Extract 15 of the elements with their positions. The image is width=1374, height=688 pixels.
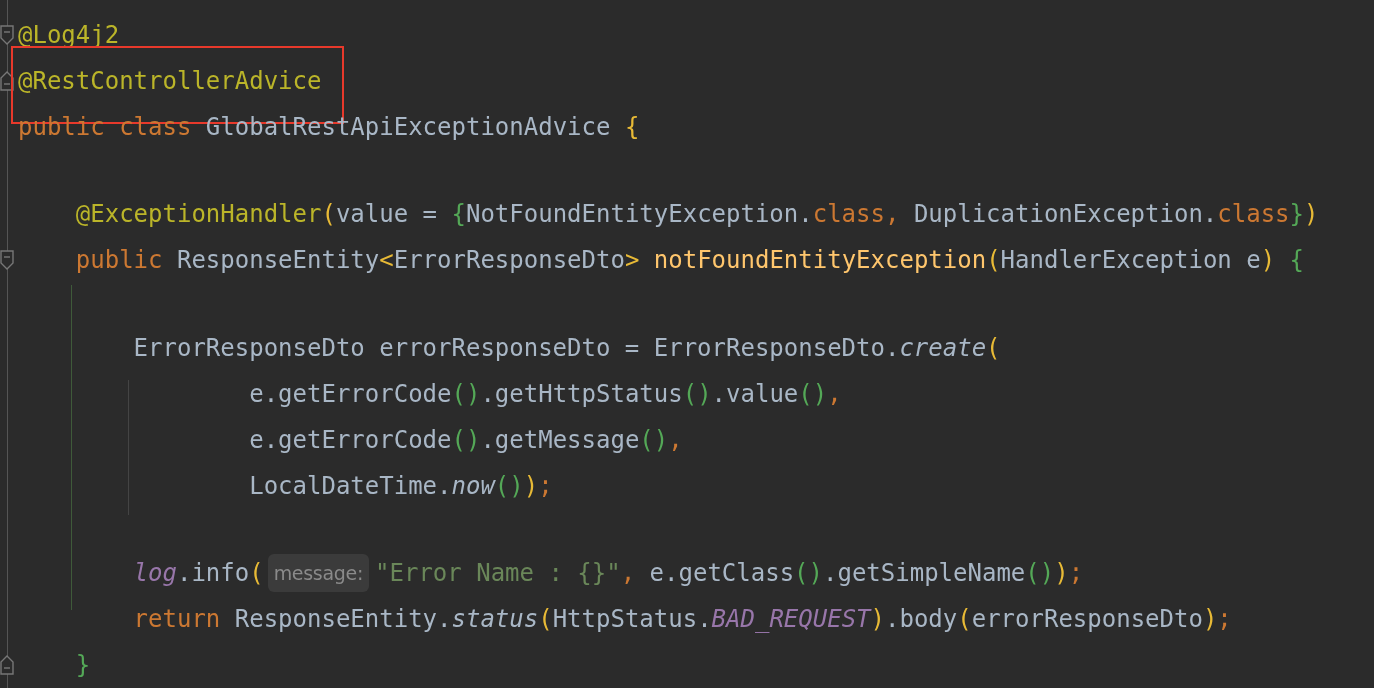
code-text: ErrorResponseDto errorResponseDto = ErrorResponseDto.create( <box>133 332 1001 364</box>
unfold-icon[interactable] <box>0 655 14 675</box>
parameter-hint: message: <box>267 554 370 592</box>
code-text: public ResponseEntity<ErrorResponseDto> notFoundEntityException(HandlerException e) { <box>75 245 1305 277</box>
fold-icon[interactable] <box>0 25 14 45</box>
code-text: log.info( <box>133 558 264 589</box>
code-text: e.getErrorCode().getMessage(), <box>249 424 683 456</box>
code-text: "Error Name : {}", e.getClass().getSimpleName()); <box>375 558 1084 589</box>
code-text: @RestControllerAdvice <box>18 66 322 97</box>
code-text: return ResponseEntity.status(HttpStatus.BAD_REQUEST).body(errorResponseDto); <box>133 604 1232 635</box>
fold-icon[interactable] <box>0 250 14 271</box>
code-text: } <box>75 650 91 681</box>
code-text: @ExceptionHandler(value = {NotFoundEntityException.class, DuplicationException.class}) <box>75 199 1319 231</box>
code-text: LocalDateTime.now()); <box>249 470 553 502</box>
code-text: e.getErrorCode().getHttpStatus().value(), <box>249 378 842 410</box>
